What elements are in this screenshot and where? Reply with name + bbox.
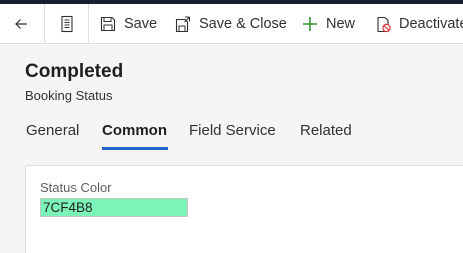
page-title: Completed xyxy=(25,61,124,82)
new-button[interactable]: New xyxy=(302,4,355,44)
command-bar: Save Save & Close New Deactivate xyxy=(0,4,463,44)
tab-field-service[interactable]: Field Service xyxy=(189,122,276,152)
plus-icon xyxy=(302,16,318,32)
save-close-icon xyxy=(175,15,191,33)
save-icon xyxy=(100,16,116,32)
tab-related[interactable]: Related xyxy=(300,122,352,152)
deactivate-icon xyxy=(376,16,392,33)
back-button[interactable] xyxy=(13,4,29,44)
deactivate-button[interactable]: Deactivate xyxy=(376,4,463,44)
save-and-close-button[interactable]: Save & Close xyxy=(175,4,287,44)
tab-list: General Common Field Service Related xyxy=(0,122,463,152)
tab-general[interactable]: General xyxy=(26,122,79,152)
active-tab-indicator xyxy=(102,147,168,150)
status-color-label: Status Color xyxy=(40,180,112,195)
save-label: Save xyxy=(124,16,158,32)
toolbar-divider xyxy=(88,4,89,44)
save-close-label: Save & Close xyxy=(199,16,287,32)
deactivate-label: Deactivate xyxy=(399,16,463,32)
status-color-field[interactable]: 7CF4B8 xyxy=(40,198,188,217)
form-selector-button[interactable] xyxy=(59,4,75,44)
toolbar-divider xyxy=(44,4,45,44)
arrow-left-icon xyxy=(13,16,29,32)
new-label: New xyxy=(326,16,356,32)
form-icon xyxy=(59,15,75,33)
save-button[interactable]: Save xyxy=(100,4,157,44)
form-section: Status Color 7CF4B8 xyxy=(25,165,463,253)
entity-name: Booking Status xyxy=(25,88,113,103)
